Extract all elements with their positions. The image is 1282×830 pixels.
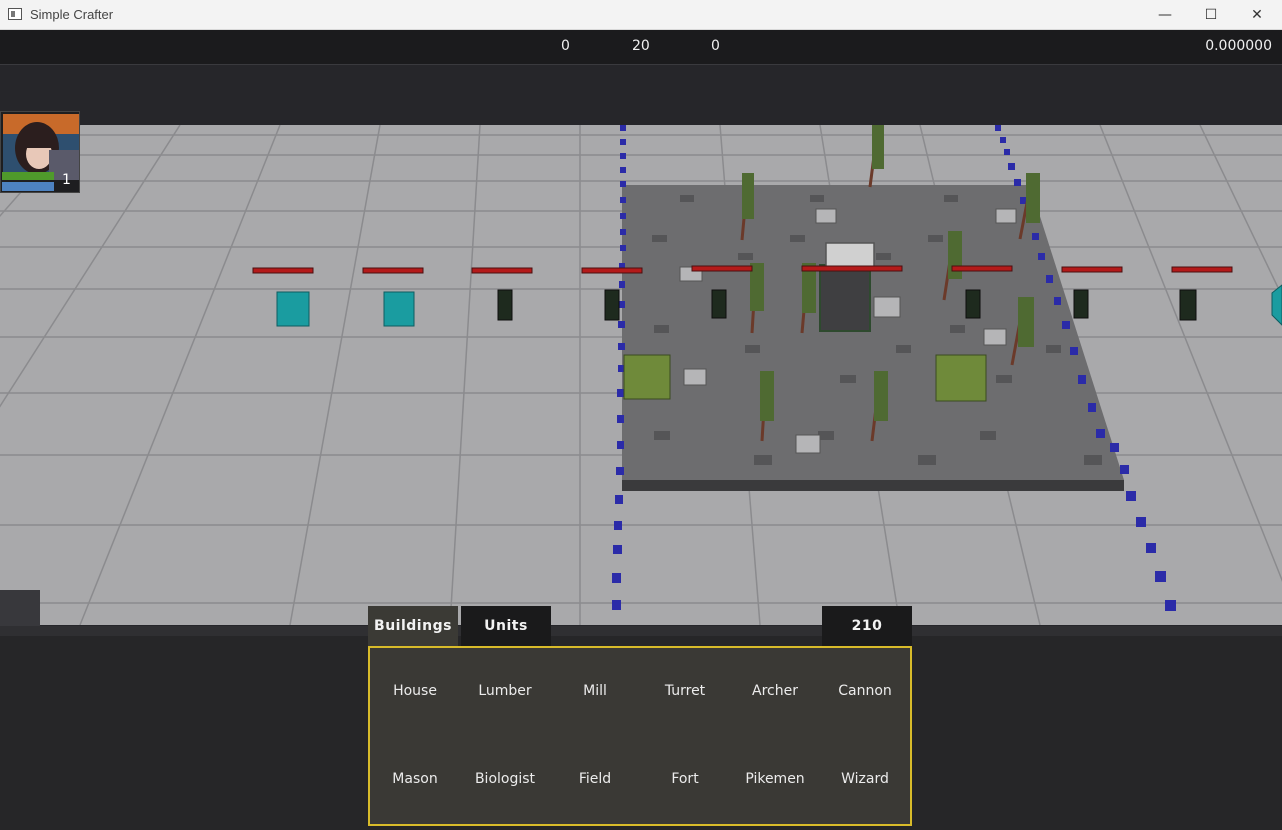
minimize-button[interactable]: —: [1142, 0, 1188, 30]
window-titlebar: Simple Crafter — ☐ ✕: [0, 0, 1282, 30]
game-world[interactable]: [0, 125, 1282, 625]
build-turret-button[interactable]: Turret: [640, 676, 730, 706]
hud-value-a: 0: [561, 38, 570, 54]
plateau-side: [622, 480, 1124, 491]
build-fort-button[interactable]: Fort: [640, 764, 730, 794]
hero-level: 1: [62, 172, 71, 188]
castle-building: [819, 242, 875, 332]
maximize-button[interactable]: ☐: [1188, 0, 1234, 30]
resource-count: 210: [822, 606, 912, 646]
build-archer-button[interactable]: Archer: [730, 676, 820, 706]
hud-value-b: 20: [632, 38, 650, 54]
tab-units[interactable]: Units: [461, 606, 551, 646]
bottom-panel-strip: [0, 626, 1282, 636]
app-icon: [8, 8, 22, 20]
build-house-button[interactable]: House: [370, 676, 460, 706]
build-lumber-button[interactable]: Lumber: [460, 676, 550, 706]
build-field-button[interactable]: Field: [550, 764, 640, 794]
build-mason-button[interactable]: Mason: [370, 764, 460, 794]
build-cannon-button[interactable]: Cannon: [820, 676, 910, 706]
build-mill-button[interactable]: Mill: [550, 676, 640, 706]
hud-bar: 0 20 0 0.000000: [0, 30, 1282, 65]
hero-avatar: [3, 114, 79, 180]
hero-health-bar: [2, 172, 54, 180]
build-menu: House Lumber Mill Turret Archer Cannon M…: [368, 646, 912, 826]
hero-mana-bar: [2, 182, 54, 191]
window-title: Simple Crafter: [30, 7, 114, 22]
build-pikemen-button[interactable]: Pikemen: [730, 764, 820, 794]
close-button[interactable]: ✕: [1234, 0, 1280, 30]
hud-time: 0.000000: [1205, 38, 1272, 54]
minimap-corner[interactable]: [0, 590, 40, 626]
sky-area: [0, 65, 1282, 125]
hud-value-c: 0: [711, 38, 720, 54]
build-wizard-button[interactable]: Wizard: [820, 764, 910, 794]
build-biologist-button[interactable]: Biologist: [460, 764, 550, 794]
tab-buildings[interactable]: Buildings: [368, 606, 458, 646]
